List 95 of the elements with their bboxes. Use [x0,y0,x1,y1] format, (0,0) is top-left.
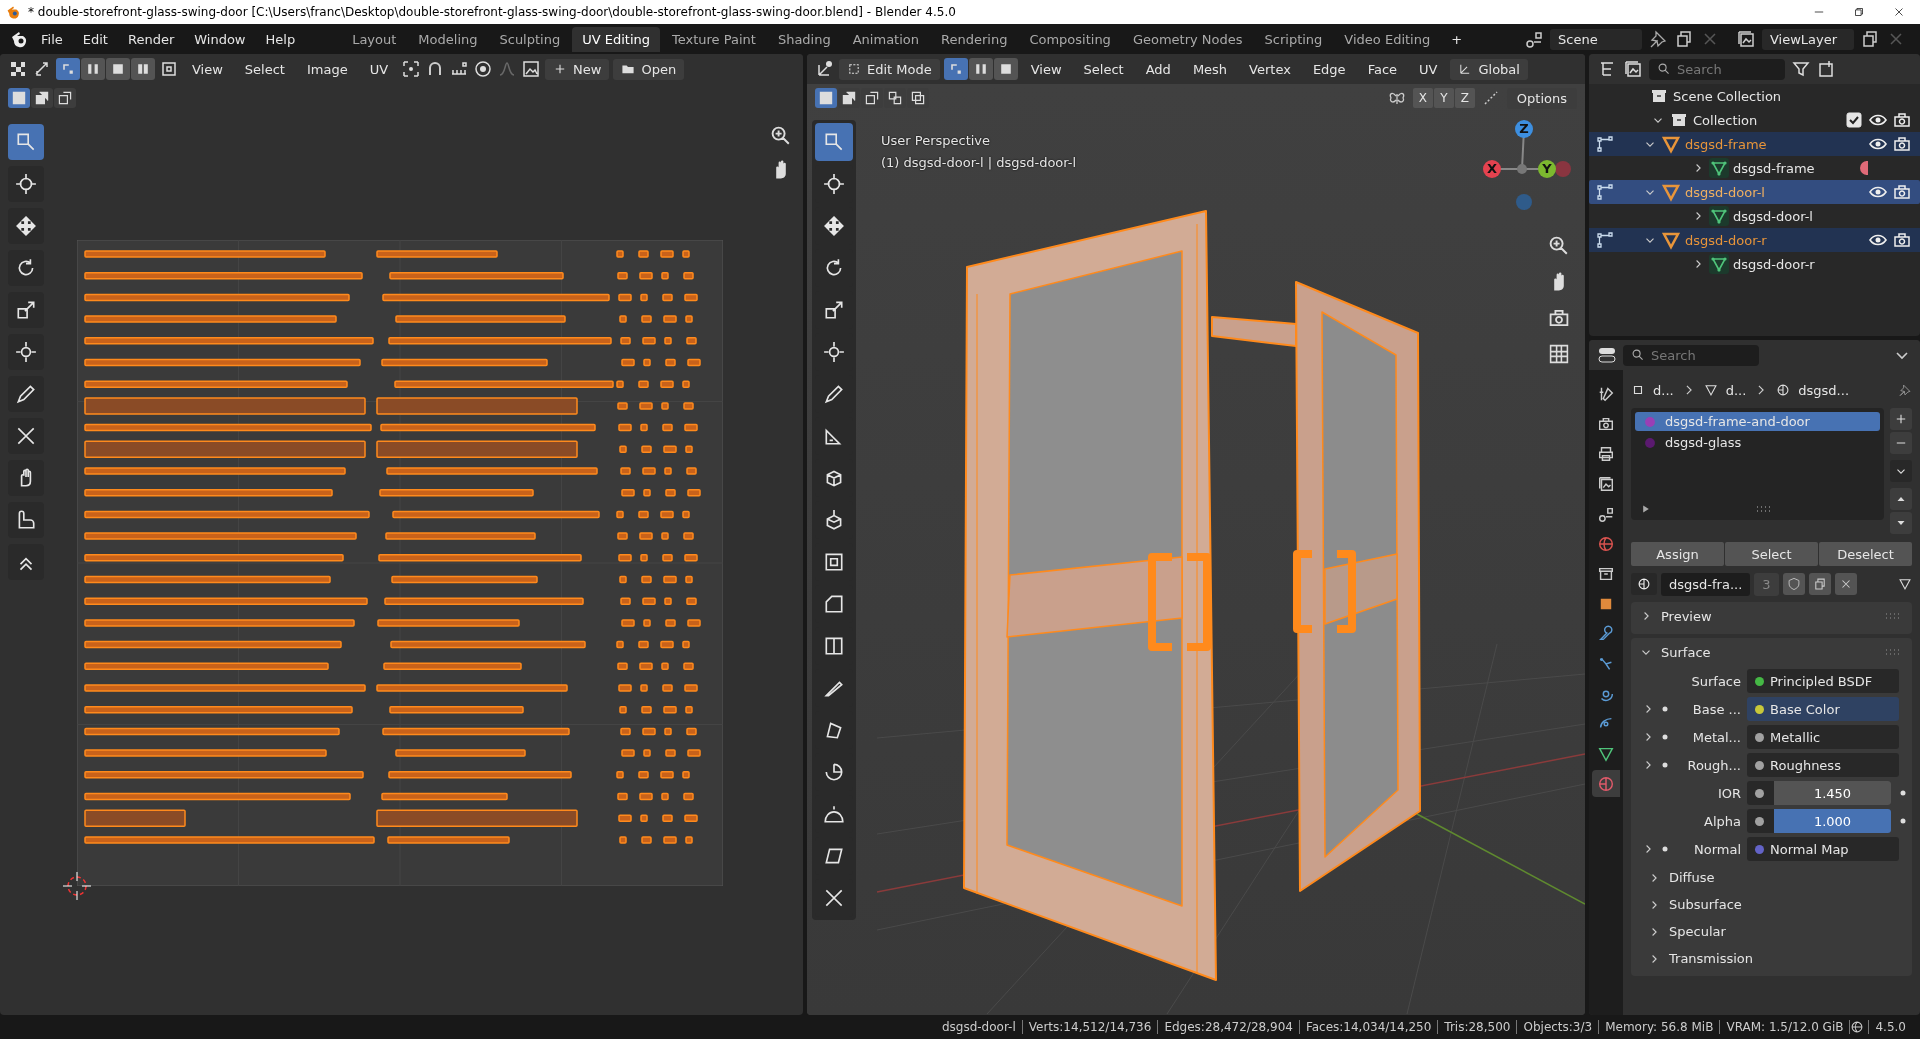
outliner-row[interactable]: dsgsd-door-r [1589,228,1920,252]
subsection-header[interactable]: Specular [1635,918,1908,945]
search-field[interactable]: Search [1623,344,1759,366]
status-text: VRAM: 1.5/12.0 GiB [1720,1020,1851,1034]
view-name: User Perspective [881,132,991,150]
outliner-label[interactable]: Collection [1693,112,1758,128]
outliner-row[interactable]: dsgsd-door-l [1589,180,1920,204]
property-label: Alpha [1704,813,1741,829]
outliner-label[interactable]: dsgsd-door-r [1733,256,1815,272]
status-text: Objects:3/3 [1517,1020,1600,1034]
slot-action-button[interactable]: Deselect [1819,542,1912,566]
workspace-tab[interactable]: Scripting [1254,26,1333,52]
menu-item[interactable]: Window [185,27,255,51]
material-slot[interactable]: dsgsd-frame-and-door [1635,412,1880,431]
link-field[interactable]: Metallic [1747,725,1899,749]
status-text: Memory: 56.8 MiB [1599,1020,1721,1034]
mirror-axis-button[interactable]: X [1412,88,1433,108]
workspace-tab[interactable]: Sculpting [489,26,571,52]
mode-dropdown[interactable]: Edit Mode [839,58,940,80]
menu-item[interactable]: Image [297,57,357,81]
subsection-header[interactable]: Subsurface [1635,891,1908,918]
version-text: 4.5.0 [1868,1020,1912,1034]
add-workspace-button[interactable]: + [1442,27,1472,51]
menu-item[interactable]: Mesh [1183,57,1237,81]
outliner-label[interactable]: dsgsd-door-l [1733,208,1813,224]
property-label: Base ... [1692,701,1741,717]
mirror-axis-button[interactable]: Y [1433,88,1454,108]
workspace-tab[interactable]: Rendering [931,26,1018,52]
status-text: dsgsd-door-l [935,1020,1023,1034]
section-title: Surface [1661,644,1711,660]
menu-item[interactable]: Edge [1303,57,1355,81]
section-header[interactable]: Surface [1635,638,1908,666]
number-field[interactable]: 1.450 [1747,781,1891,805]
search-field[interactable]: Search [1649,58,1785,80]
new-image-button[interactable]: New [545,58,610,80]
workspace-tab[interactable]: UV Editing [572,26,660,52]
workspace-tab[interactable]: Video Editing [1334,26,1441,52]
number-field[interactable]: 1.000 [1747,809,1891,833]
status-text: Faces:14,034/14,250 [1299,1020,1439,1034]
section-header[interactable]: Preview [1635,602,1908,630]
menu-item[interactable]: Help [256,27,305,51]
menu-item[interactable]: View [1021,57,1071,81]
scene-field[interactable]: Scene [1550,28,1642,50]
menu-item[interactable]: Vertex [1240,57,1300,81]
breadcrumb-item: d... [1653,382,1674,398]
property-label: Rough... [1687,757,1741,773]
status-text: Tris:28,500 [1438,1020,1518,1034]
material-name-field[interactable]: dsgsd-fra... [1661,572,1751,596]
menu-item[interactable]: UV [1410,57,1447,81]
workspace-tab[interactable]: Shading [767,26,841,52]
menu-item[interactable]: Face [1358,57,1407,81]
workspace-tab[interactable]: Animation [842,26,929,52]
mirror-axis-button[interactable]: Z [1454,88,1475,108]
workspace-tab[interactable]: Texture Paint [662,26,766,52]
status-text: Edges:28,472/28,904 [1158,1020,1300,1034]
workspace-tab[interactable]: Layout [342,26,407,52]
breadcrumb-item: d... [1725,382,1747,398]
property-label: Normal [1693,841,1741,857]
outliner-label[interactable]: Scene Collection [1673,88,1782,104]
axis-label: Z [1519,121,1529,136]
slot-action-button[interactable]: Assign [1631,542,1724,566]
link-field[interactable]: Normal Map [1747,837,1899,861]
orientation-dropdown[interactable]: Global [1450,58,1528,80]
slot-action-button[interactable]: Select [1725,542,1818,566]
property-label: Metal... [1692,729,1741,745]
menu-item[interactable]: View [183,57,232,81]
open-image-button[interactable]: Open [613,58,685,80]
menu-item[interactable]: Select [1074,57,1133,81]
section-title: Preview [1661,608,1712,624]
axis-label: X [1487,161,1497,176]
subsection-header[interactable]: Diffuse [1635,864,1908,891]
link-field[interactable]: Roughness [1747,753,1899,777]
link-field[interactable]: Base Color [1747,697,1899,721]
menu-item[interactable]: UV [360,57,398,81]
material-slot[interactable]: dsgsd-glass [1635,433,1880,452]
workspace-tab[interactable]: Compositing [1019,26,1121,52]
property-label: Surface [1691,673,1741,689]
outliner-label[interactable]: dsgsd-frame [1733,160,1815,176]
property-label: IOR [1717,785,1741,801]
subsection-header[interactable]: Transmission [1635,945,1908,972]
menu-item[interactable]: File [32,27,72,51]
workspace-tab[interactable]: Modeling [408,26,488,52]
link-field[interactable]: Principled BSDF [1747,669,1899,693]
menu-item[interactable]: Render [118,27,184,51]
menu-item[interactable]: Add [1136,57,1180,81]
outliner-row[interactable]: dsgsd-frame [1589,132,1920,156]
status-text: Verts:14,512/14,736 [1022,1020,1159,1034]
view-layer-field[interactable]: ViewLayer [1762,28,1854,50]
active-object-label: (1) dsgsd-door-l | dsgsd-door-l [881,154,1077,172]
window-title: * double-storefront-glass-swing-door [C:\Users\franc\Desktop\double-storefront-glass-swing-door\double-storefront-glass-swing-door.blend] - Blender 4.5.0 [28,5,957,19]
breadcrumb-item: dsgsd... [1798,382,1849,398]
menu-item[interactable]: Edit [73,27,117,51]
workspace-tab[interactable]: Geometry Nodes [1122,26,1253,52]
menu-item[interactable]: Select [235,57,294,81]
axis-label: Y [1542,161,1552,176]
